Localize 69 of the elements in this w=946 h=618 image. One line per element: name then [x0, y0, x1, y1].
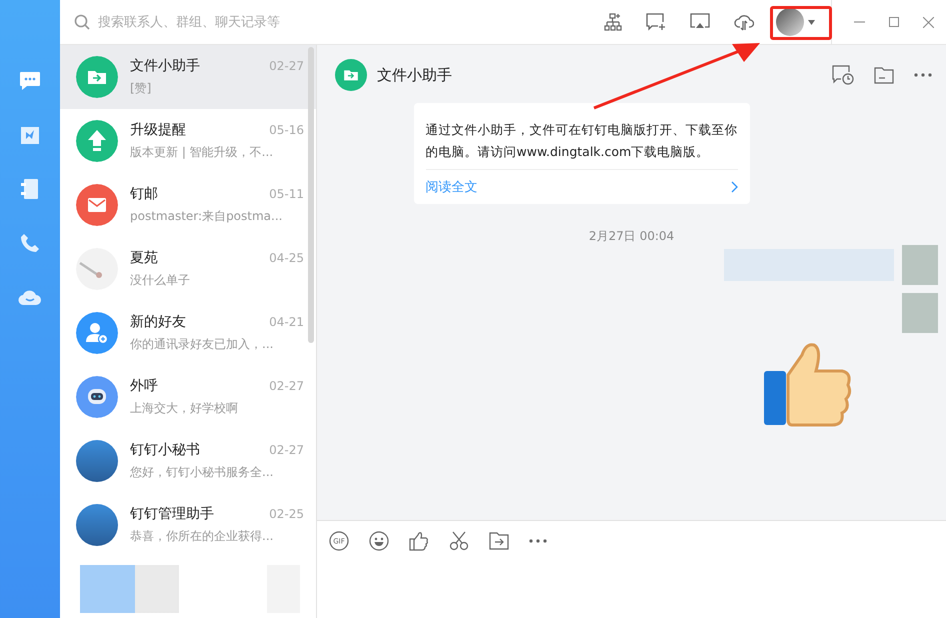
conversation-item[interactable]: 文件小助手 02-27 [赞]	[60, 45, 316, 109]
message-preview: 没什么单子	[130, 272, 191, 289]
smiley-icon[interactable]	[369, 531, 389, 551]
folder-icon[interactable]	[874, 66, 894, 84]
message-preview: postmaster:来自postma...	[130, 208, 284, 225]
conversation-date: 02-25	[269, 507, 304, 521]
more-icon[interactable]	[529, 539, 547, 543]
contacts-icon[interactable]	[20, 178, 40, 200]
blurred-avatar	[902, 293, 938, 333]
new-chat-icon[interactable]	[646, 13, 666, 31]
message-preview: 版本更新 | 智能升级，不...	[130, 144, 274, 161]
scissors-icon[interactable]	[449, 531, 469, 551]
cloud-upload-icon[interactable]	[734, 13, 754, 31]
maximize-icon[interactable]	[889, 17, 899, 27]
screen-share-icon[interactable]	[690, 13, 710, 31]
conversation-item[interactable]: 升级提醒 05-16 版本更新 | 智能升级，不...	[60, 109, 316, 173]
robot-avatar-icon	[76, 376, 118, 418]
add-person-avatar-icon	[76, 312, 118, 354]
conversation-date: 02-27	[269, 379, 304, 393]
message-preview: 上海交大，好学校啊	[130, 400, 239, 417]
pen-picture-avatar	[76, 248, 118, 290]
user-avatar[interactable]	[776, 8, 804, 36]
conversation-name: 新的好友	[130, 313, 186, 331]
message-timestamp: 2月27日 00:04	[588, 228, 674, 245]
conversation-name: 钉钉小秘书	[130, 441, 200, 459]
message-preview: [赞]	[130, 80, 152, 97]
conversation-item[interactable]: 外呼 02-27 上海交大，好学校啊	[60, 365, 316, 429]
conversation-name: 外呼	[130, 377, 158, 395]
thumbs-up-icon[interactable]	[409, 531, 429, 551]
photo-placeholder	[76, 504, 118, 546]
conversation-name: 升级提醒	[130, 121, 186, 139]
close-icon[interactable]	[923, 16, 934, 28]
conversation-date: 05-11	[269, 187, 304, 201]
conversation-date: 04-21	[269, 315, 304, 329]
blurred-avatar	[902, 245, 938, 285]
chevron-right-icon[interactable]	[730, 181, 738, 193]
chat-history-icon[interactable]	[832, 65, 854, 85]
conversation-item[interactable]: 钉钉管理助手 02-25 恭喜，你所在的企业获得...	[60, 493, 316, 557]
search-icon	[74, 14, 90, 30]
conversation-name: 钉钉管理助手	[130, 505, 214, 523]
scrollbar[interactable]	[308, 47, 314, 343]
org-chart-icon[interactable]	[604, 13, 622, 31]
envelope-avatar-icon	[76, 184, 118, 226]
upload-arrow-avatar-icon	[76, 120, 118, 162]
caret-icon[interactable]	[808, 20, 815, 24]
conversation-name: 夏苑	[130, 249, 158, 267]
folder-avatar-icon	[335, 59, 367, 91]
conversation-item[interactable]: 新的好友 04-21 你的通讯录好友已加入，...	[60, 301, 316, 365]
message-preview: 您好，钉钉小秘书服务全...	[130, 464, 274, 481]
message-preview: 恭喜，你所在的企业获得...	[130, 528, 274, 545]
conversation-name: 钉邮	[130, 185, 158, 203]
chat-icon[interactable]	[19, 71, 41, 91]
photo-placeholder	[76, 440, 118, 482]
conversation-date: 02-27	[269, 59, 304, 73]
minimize-icon[interactable]	[854, 21, 865, 23]
conversation-item[interactable]: 钉钉小秘书 02-27 您好，钉钉小秘书服务全...	[60, 429, 316, 493]
message-preview: 你的通讯录好友已加入，...	[130, 336, 274, 353]
conversation-item[interactable]: 钉邮 05-11 postmaster:来自postma...	[60, 173, 316, 237]
conversation-date: 05-16	[269, 123, 304, 137]
card-text: 通过文件小助手，文件可在钉钉电脑版打开、下载至你的电脑。请访问www.dingtalk.com下载电脑版。	[426, 119, 738, 170]
conversation-date: 04-25	[269, 251, 304, 265]
annotation-box	[770, 6, 832, 40]
conversation-date: 02-27	[269, 443, 304, 457]
folder-avatar-icon	[76, 56, 118, 98]
conversation-name: 文件小助手	[130, 57, 200, 75]
conversation-item[interactable]: 夏苑 04-25 没什么单子	[60, 237, 316, 301]
chat-title: 文件小助手	[377, 66, 453, 84]
more-icon[interactable]	[914, 73, 932, 77]
send-file-icon[interactable]	[489, 532, 509, 550]
